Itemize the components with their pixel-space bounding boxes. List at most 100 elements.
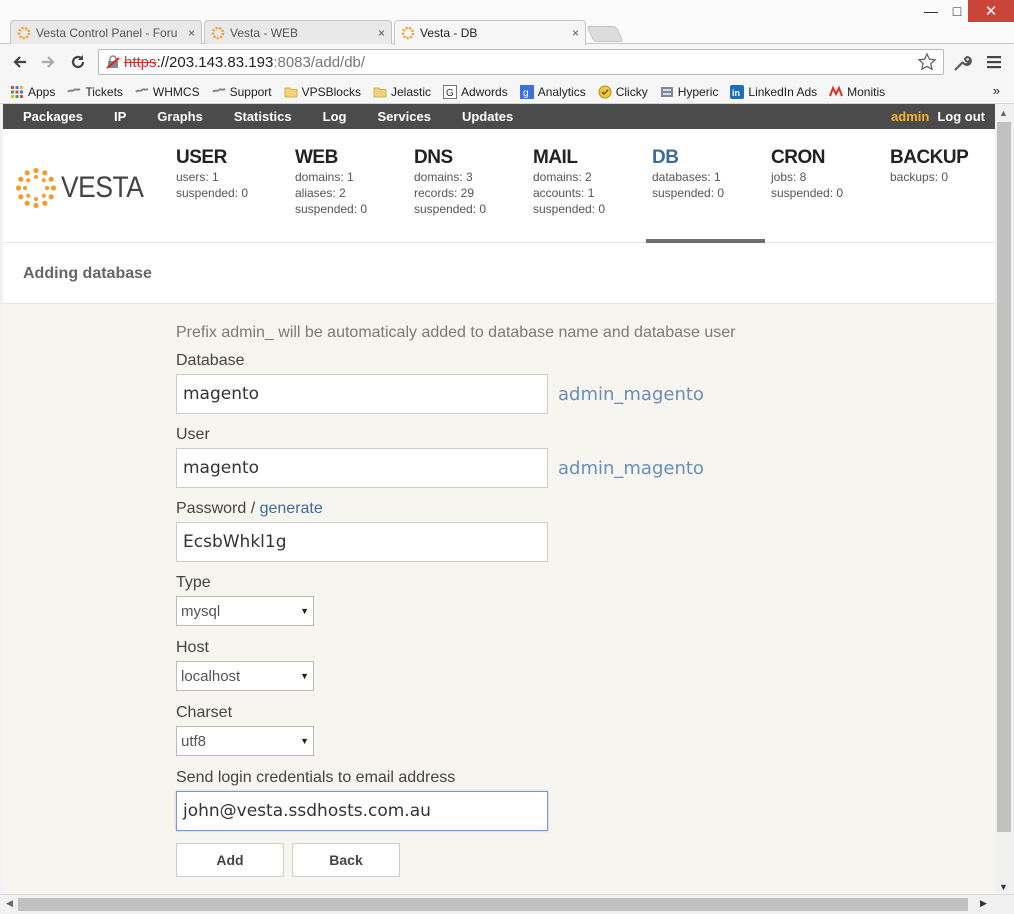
password-label: Password / generate xyxy=(176,500,323,517)
close-tab-icon[interactable]: × xyxy=(572,26,579,40)
vertical-scroll-thumb[interactable] xyxy=(997,122,1011,832)
scroll-left-arrow-icon[interactable]: ◀ xyxy=(6,898,13,909)
scroll-down-arrow-icon[interactable]: ▼ xyxy=(999,882,1008,892)
stat-web[interactable]: WEB domains: 1 aliases: 2 suspended: 0 xyxy=(295,147,367,217)
reload-icon[interactable] xyxy=(66,50,90,74)
generate-password-link[interactable]: generate xyxy=(260,500,323,517)
user-label: User xyxy=(176,426,210,443)
window-close-button[interactable]: ✕ xyxy=(968,0,1014,22)
password-input[interactable]: EcsbWhkl1g xyxy=(176,522,548,562)
email-input[interactable]: john@vesta.ssdhosts.com.au xyxy=(176,791,548,831)
whmcs-icon xyxy=(135,87,149,93)
broken-lock-icon xyxy=(106,55,120,69)
active-section-indicator xyxy=(646,239,765,243)
stat-cron[interactable]: CRON jobs: 8 suspended: 0 xyxy=(771,147,843,201)
nav-ip[interactable]: IP xyxy=(114,109,126,124)
bookmark-hyperic[interactable]: Hyperic xyxy=(660,85,718,99)
nav-user-area: admin Log out xyxy=(891,109,985,124)
browser-tabstrip: Vesta Control Panel - Foru × Vesta - WEB… xyxy=(0,0,1014,45)
bookmark-adwords[interactable]: G Adwords xyxy=(443,84,508,99)
add-database-form: Prefix admin_ will be automaticaly added… xyxy=(176,324,876,877)
vesta-logo-icon xyxy=(15,167,57,209)
bookmark-apps[interactable]: Apps xyxy=(10,85,55,99)
logout-link[interactable]: Log out xyxy=(937,109,985,124)
nav-updates[interactable]: Updates xyxy=(462,109,513,124)
charset-select[interactable]: utf8 ▼ xyxy=(176,726,314,756)
menu-icon[interactable] xyxy=(986,54,1002,70)
type-select[interactable]: mysql ▼ xyxy=(176,596,314,626)
linkedin-icon: in xyxy=(730,84,745,99)
bookmark-star-icon[interactable] xyxy=(917,52,937,72)
back-button[interactable]: Back xyxy=(292,843,400,877)
apps-grid-icon xyxy=(11,85,23,98)
bookmark-jelastic[interactable]: Jelastic xyxy=(373,85,431,99)
scroll-up-arrow-icon[interactable]: ▲ xyxy=(999,108,1008,118)
whmcs-icon xyxy=(211,87,226,93)
scroll-right-arrow-icon[interactable]: ▶ xyxy=(980,898,987,909)
database-input[interactable]: magento xyxy=(176,374,548,414)
vesta-logo[interactable]: VESTA xyxy=(15,167,155,209)
forward-arrow-icon[interactable] xyxy=(36,50,60,74)
bookmark-clicky[interactable]: Clicky xyxy=(598,85,648,99)
dropdown-arrow-icon: ▼ xyxy=(300,671,309,681)
browser-tab-web[interactable]: Vesta - WEB × xyxy=(204,20,392,44)
horizontal-scroll-thumb[interactable] xyxy=(18,898,968,911)
dropdown-arrow-icon: ▼ xyxy=(300,736,309,746)
folder-icon xyxy=(373,87,387,97)
user-prefixed-name: admin_magento xyxy=(558,457,704,479)
bookmark-linkedin-ads[interactable]: in LinkedIn Ads xyxy=(730,84,817,99)
close-tab-icon[interactable]: × xyxy=(188,26,195,40)
vesta-page: Packages IP Graphs Statistics Log Servic… xyxy=(3,104,995,894)
bookmark-analytics[interactable]: g Analytics xyxy=(519,84,586,99)
nav-statistics[interactable]: Statistics xyxy=(234,109,292,124)
prefix-hint: Prefix admin_ will be automaticaly added… xyxy=(176,324,736,341)
address-bar[interactable]: https://203.143.83.193:8083/add/db/ xyxy=(98,49,944,75)
bookmarks-overflow-icon[interactable]: » xyxy=(993,83,1000,98)
nav-log[interactable]: Log xyxy=(323,109,347,124)
stat-backup[interactable]: BACKUP backups: 0 xyxy=(890,147,969,185)
page-title: Adding database xyxy=(3,243,995,304)
wrench-icon[interactable] xyxy=(952,54,972,72)
current-user-link[interactable]: admin xyxy=(891,109,929,124)
stats-bar: VESTA USER users: 1 suspended: 0 WEB dom… xyxy=(3,129,995,243)
top-navigation: Packages IP Graphs Statistics Log Servic… xyxy=(3,104,995,129)
database-prefixed-name: admin_magento xyxy=(558,383,704,405)
browser-tab-db[interactable]: Vesta - DB × xyxy=(394,20,586,45)
user-input[interactable]: magento xyxy=(176,448,548,488)
stat-user[interactable]: USER users: 1 suspended: 0 xyxy=(176,147,248,201)
vertical-scrollbar[interactable]: ▲ ▼ xyxy=(995,104,1014,894)
bookmark-whmcs[interactable]: WHMCS xyxy=(135,85,200,99)
nav-packages[interactable]: Packages xyxy=(23,109,83,124)
stat-db[interactable]: DB databases: 1 suspended: 0 xyxy=(652,147,724,201)
stat-mail[interactable]: MAIL domains: 2 accounts: 1 suspended: 0 xyxy=(533,147,605,217)
bookmark-vpsblocks[interactable]: VPSBlocks xyxy=(284,85,361,99)
vesta-favicon-icon xyxy=(211,26,225,39)
vesta-logo-text: VESTA xyxy=(61,171,144,204)
vesta-favicon-icon xyxy=(17,26,31,39)
host-label: Host xyxy=(176,639,209,656)
nav-services[interactable]: Services xyxy=(377,109,431,124)
clicky-icon xyxy=(598,85,612,98)
folder-icon xyxy=(284,87,298,97)
bookmarks-bar: Apps Tickets WHMCS Support VPSBlocks Jel… xyxy=(0,80,1014,104)
browser-tab-title: Vesta - DB xyxy=(420,26,478,40)
new-tab-button[interactable] xyxy=(586,26,624,42)
email-label: Send login credentials to email address xyxy=(176,769,456,786)
bookmark-support[interactable]: Support xyxy=(211,85,272,99)
url-path: :8083/add/db/ xyxy=(273,53,366,71)
browser-tab-forum[interactable]: Vesta Control Panel - Foru × xyxy=(10,20,202,44)
back-arrow-icon[interactable] xyxy=(8,50,32,74)
nav-graphs[interactable]: Graphs xyxy=(157,109,203,124)
svg-text:G: G xyxy=(446,88,454,99)
browser-tab-title: Vesta - WEB xyxy=(230,25,299,40)
bookmark-tickets[interactable]: Tickets xyxy=(67,85,123,99)
close-tab-icon[interactable]: × xyxy=(378,26,385,40)
horizontal-scrollbar[interactable]: ◀ ▶ xyxy=(0,894,1014,914)
add-button[interactable]: Add xyxy=(176,843,284,877)
bookmark-monitis[interactable]: Monitis xyxy=(829,85,885,99)
stat-dns[interactable]: DNS domains: 3 records: 29 suspended: 0 xyxy=(414,147,486,217)
host-select[interactable]: localhost ▼ xyxy=(176,661,314,691)
vesta-favicon-icon xyxy=(401,26,415,40)
charset-label: Charset xyxy=(176,704,233,721)
type-label: Type xyxy=(176,574,211,591)
